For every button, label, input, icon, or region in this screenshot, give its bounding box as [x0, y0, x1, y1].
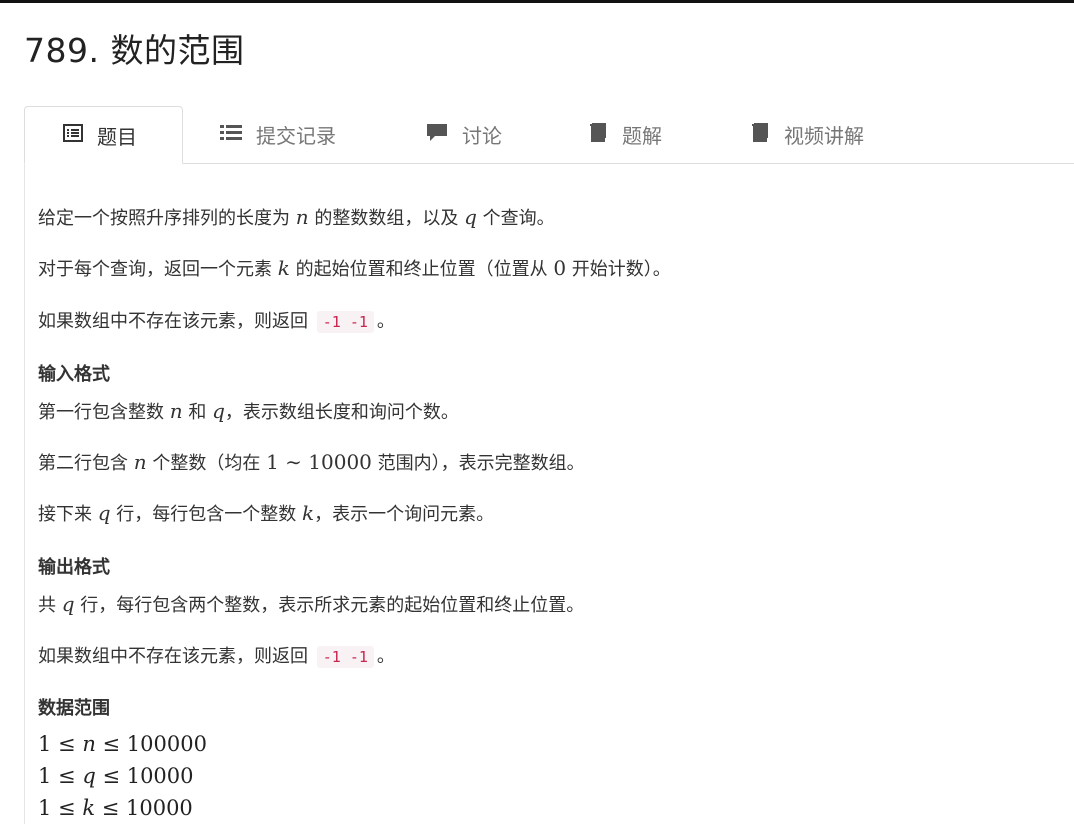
- output-line-1: 共 q 行，每行包含两个整数，表示所求元素的起始位置和终止位置。: [38, 592, 585, 616]
- input-line-2: 第二行包含 n 个整数（均在 1 ∼ 10000 范围内），表示完整数组。: [38, 450, 585, 474]
- description-line-1: 给定一个按照升序排列的长度为 n 的整数数组，以及 q 个查询。: [38, 205, 555, 229]
- tab-problem[interactable]: 题目: [24, 106, 183, 164]
- input-line-3: 接下来 q 行，每行包含一个整数 k，表示一个询问元素。: [38, 501, 495, 525]
- tab-submissions[interactable]: 提交记录: [220, 106, 336, 163]
- list-icon: [220, 123, 242, 147]
- input-format-heading: 输入格式: [38, 364, 110, 385]
- range-n: 1 ≤ n ≤ 100000: [38, 732, 207, 756]
- description-line-3: 如果数组中不存在该元素，则返回 -1 -1。: [38, 311, 395, 333]
- book-icon: [750, 122, 770, 147]
- tab-label: 题解: [622, 124, 662, 148]
- list-alt-icon: [63, 123, 83, 147]
- description-line-2: 对于每个查询，返回一个元素 k 的起始位置和终止位置（位置从 0 开始计数）。: [38, 256, 671, 280]
- input-line-1: 第一行包含整数 n 和 q，表示数组长度和询问个数。: [38, 399, 459, 423]
- tab-label: 题目: [97, 124, 137, 149]
- comment-icon: [426, 122, 448, 147]
- tab-label: 视频讲解: [784, 124, 864, 148]
- range-q: 1 ≤ q ≤ 10000: [38, 764, 194, 788]
- inline-code: -1 -1: [316, 311, 374, 333]
- top-border: [0, 0, 1074, 3]
- tab-discussion[interactable]: 讨论: [426, 106, 502, 163]
- problem-content: 给定一个按照升序排列的长度为 n 的整数数组，以及 q 个查询。 对于每个查询，…: [24, 164, 1074, 824]
- tab-solutions[interactable]: 题解: [588, 106, 662, 163]
- output-format-heading: 输出格式: [38, 557, 110, 578]
- tab-video[interactable]: 视频讲解: [750, 106, 864, 163]
- tab-label: 讨论: [462, 124, 502, 148]
- output-line-2: 如果数组中不存在该元素，则返回 -1 -1。: [38, 646, 395, 668]
- problem-tabs: 题目 提交记录 讨论 题解 视频讲解: [24, 106, 1074, 164]
- book-icon: [588, 122, 608, 147]
- data-range-heading: 数据范围: [38, 698, 110, 719]
- inline-code: -1 -1: [316, 646, 374, 668]
- tab-label: 提交记录: [256, 124, 336, 148]
- page-title: 789. 数的范围: [24, 31, 245, 70]
- range-k: 1 ≤ k ≤ 10000: [38, 796, 193, 820]
